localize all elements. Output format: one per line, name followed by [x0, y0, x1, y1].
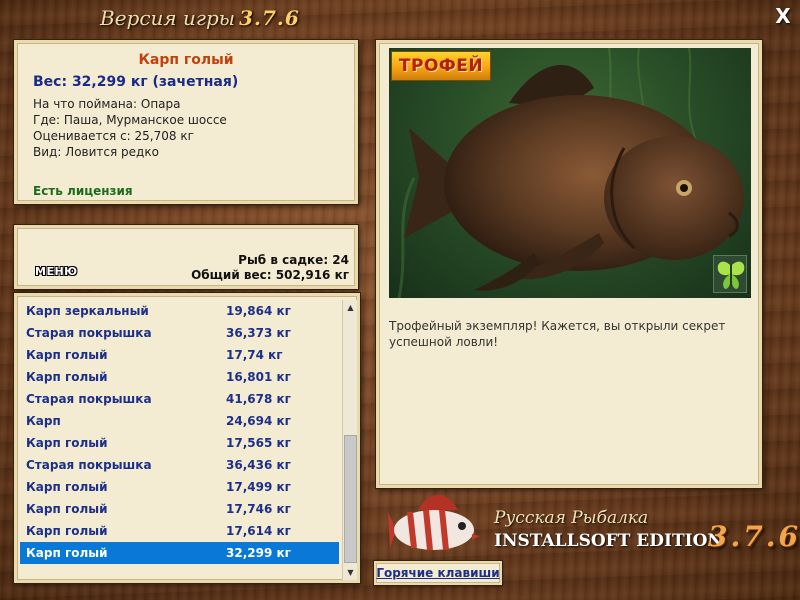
- butterfly-icon[interactable]: [713, 255, 747, 293]
- catch-fish-weight: 17,746 кг: [226, 502, 291, 516]
- fish-photo: ТРОФЕЙ: [389, 48, 751, 298]
- catch-fish-name: Старая покрышка: [26, 392, 152, 406]
- carp-illustration: [397, 48, 744, 298]
- catch-fish-weight: 17,614 кг: [226, 524, 291, 538]
- fish-rarity: Вид: Ловится редко: [33, 145, 159, 159]
- fish-in-cage-count: Рыб в садке: 24: [238, 253, 349, 267]
- catch-list-row[interactable]: Старая покрышка 41,678 кг: [20, 388, 339, 410]
- brand-logo-fish: [388, 490, 482, 560]
- catch-fish-weight: 36,436 кг: [226, 458, 291, 472]
- scroll-up-icon[interactable]: ▲: [343, 300, 358, 315]
- scrollbar-thumb[interactable]: [344, 435, 357, 563]
- catch-fish-weight: 36,373 кг: [226, 326, 291, 340]
- scroll-down-icon[interactable]: ▼: [343, 565, 358, 580]
- catch-list-row[interactable]: Карп голый 17,614 кг: [20, 520, 339, 542]
- catch-fish-weight: 41,678 кг: [226, 392, 291, 406]
- catch-list-row[interactable]: Карп 24,694 кг: [20, 410, 339, 432]
- catch-fish-name: Карп голый: [26, 436, 108, 450]
- catch-list-row[interactable]: Карп зеркальный 19,864 кг: [20, 300, 339, 322]
- list-scrollbar[interactable]: ▲ ▼: [342, 300, 357, 580]
- catch-fish-name: Карп голый: [26, 370, 108, 384]
- trophy-badge: ТРОФЕЙ: [391, 51, 491, 81]
- catch-fish-name: Старая покрышка: [26, 458, 152, 472]
- license-status: Есть лицензия: [33, 184, 133, 198]
- catch-list-panel: Карп зеркальный 19,864 кг Старая покрышка 3…: [14, 293, 360, 583]
- fish-name: Карп голый: [138, 52, 234, 68]
- catch-fish-name: Карп голый: [26, 348, 108, 362]
- fish-description: Трофейный экземпляр! Кажется, вы открыли…: [389, 319, 726, 349]
- catch-list-row[interactable]: Старая покрышка 36,436 кг: [20, 454, 339, 476]
- brand-title: Русская Рыбалка: [494, 508, 649, 528]
- catch-fish-weight: 24,694 кг: [226, 414, 291, 428]
- title-version: 3.7.6: [239, 6, 300, 30]
- fish-info-panel: Карп голый Вес: 32,299 кг (зачетная) На …: [14, 40, 358, 204]
- fish-location: Где: Паша, Мурманское шоссе: [33, 113, 227, 127]
- fish-weight: Вес: 32,299 кг (зачетная): [33, 74, 239, 90]
- brand-edition: INSTALLSOFT EDITION: [494, 531, 723, 551]
- catch-fish-name: Карп: [26, 414, 61, 428]
- catch-fish-weight: 17,499 кг: [226, 480, 291, 494]
- hotkeys-button[interactable]: Горячие клавиши: [374, 561, 502, 585]
- catch-fish-weight: 32,299 кг: [226, 546, 291, 560]
- catch-fish-weight: 19,864 кг: [226, 304, 291, 318]
- catch-fish-name: Карп голый: [26, 524, 108, 538]
- catch-fish-name: Старая покрышка: [26, 326, 152, 340]
- catch-list-row[interactable]: Карп голый 17,74 кг: [20, 344, 339, 366]
- catch-fish-weight: 17,74 кг: [226, 348, 283, 362]
- catch-list-row[interactable]: Карп голый 17,746 кг: [20, 498, 339, 520]
- catch-fish-name: Карп голый: [26, 480, 108, 494]
- catch-fish-name: Карп голый: [26, 502, 108, 516]
- catch-list-row[interactable]: Карп голый 16,801 кг: [20, 366, 339, 388]
- catch-list[interactable]: Карп зеркальный 19,864 кг Старая покрышка 3…: [20, 300, 339, 580]
- catch-fish-name: Карп голый: [26, 546, 108, 560]
- brand-version: 3.7.6: [708, 520, 800, 553]
- catch-fish-name: Карп зеркальный: [26, 304, 149, 318]
- total-weight: Общий вес: 502,916 кг: [191, 268, 349, 282]
- catch-list-row[interactable]: Карп голый 32,299 кг: [20, 542, 339, 564]
- fish-detail-panel: ТРОФЕЙ Трофейный экземпляр! Кажется, вы …: [376, 40, 762, 488]
- catch-list-row[interactable]: Карп голый 17,565 кг: [20, 432, 339, 454]
- catch-list-row[interactable]: Карп голый 17,499 кг: [20, 476, 339, 498]
- cage-stats-panel: МЕНЮ Рыб в садке: 24 Общий вес: 502,916 …: [14, 225, 358, 289]
- catch-list-row[interactable]: Старая покрышка 36,373 кг: [20, 322, 339, 344]
- title-label: Версия игры: [100, 6, 236, 30]
- game-version-title: Версия игры 3.7.6: [100, 6, 300, 36]
- fish-valued-from: Оценивается с: 25,708 кг: [33, 129, 194, 143]
- catch-fish-weight: 17,565 кг: [226, 436, 291, 450]
- catch-fish-weight: 16,801 кг: [226, 370, 291, 384]
- close-icon[interactable]: X: [775, 4, 790, 28]
- fish-bait: На что поймана: Опара: [33, 97, 181, 111]
- close-button[interactable]: X: [772, 5, 794, 27]
- menu-button[interactable]: МЕНЮ: [35, 265, 81, 283]
